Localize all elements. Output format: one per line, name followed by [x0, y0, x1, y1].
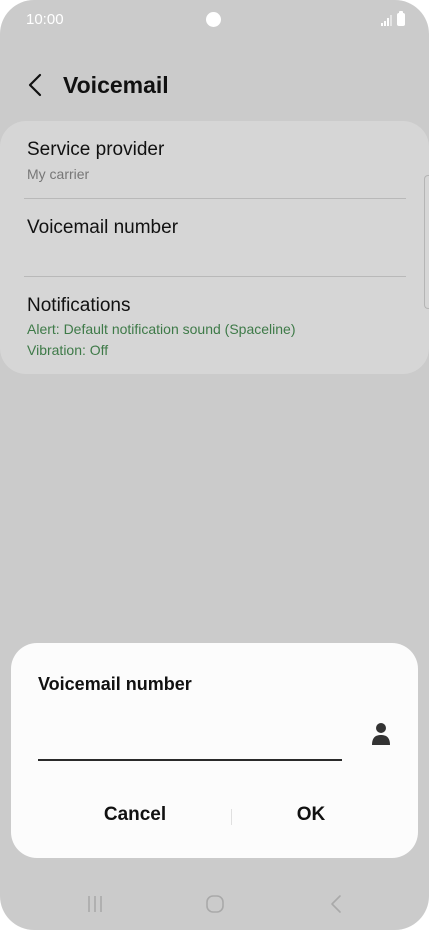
ok-button[interactable]: OK — [211, 795, 411, 835]
setting-subtitle: My carrier — [27, 166, 90, 182]
settings-card: Service provider My carrier Voicemail nu… — [0, 121, 429, 374]
contact-picker-button[interactable] — [367, 719, 395, 749]
setting-service-provider[interactable]: Service provider My carrier — [0, 121, 429, 199]
back-button[interactable] — [20, 68, 50, 102]
notification-alert: Alert: Default notification sound (Space… — [27, 321, 296, 337]
voicemail-number-dialog: Voicemail number Cancel OK — [11, 643, 418, 858]
navigation-bar — [0, 882, 429, 926]
signal-icon — [381, 15, 392, 26]
home-icon — [206, 895, 224, 913]
status-bar: 10:00 — [0, 0, 429, 40]
setting-notifications[interactable]: Notifications Alert: Default notificatio… — [0, 277, 429, 374]
contact-person-icon — [372, 723, 390, 745]
setting-title: Voicemail number — [27, 217, 179, 238]
back-icon — [28, 73, 42, 97]
status-icons — [381, 11, 405, 26]
home-button[interactable] — [195, 890, 235, 918]
voicemail-number-input[interactable] — [38, 727, 342, 761]
front-camera — [206, 12, 221, 27]
nav-back-icon — [331, 895, 341, 913]
setting-title: Service provider — [27, 139, 165, 160]
header: Voicemail — [0, 62, 429, 108]
notification-vibration: Vibration: Off — [27, 342, 109, 358]
recents-button[interactable] — [75, 890, 115, 918]
dialog-title: Voicemail number — [38, 674, 192, 694]
recents-icon — [88, 896, 102, 912]
battery-icon — [397, 11, 405, 26]
setting-voicemail-number[interactable]: Voicemail number — [0, 199, 429, 277]
scroll-indicator[interactable] — [424, 175, 429, 309]
nav-back-button[interactable] — [316, 890, 356, 918]
dialog-button-row: Cancel OK — [11, 795, 418, 835]
cancel-button[interactable]: Cancel — [35, 795, 235, 835]
status-time: 10:00 — [26, 11, 64, 28]
phone-screen: 10:00 Voicemail Service provider My carr… — [0, 0, 429, 930]
setting-title: Notifications — [27, 295, 131, 316]
page-title: Voicemail — [63, 72, 169, 98]
